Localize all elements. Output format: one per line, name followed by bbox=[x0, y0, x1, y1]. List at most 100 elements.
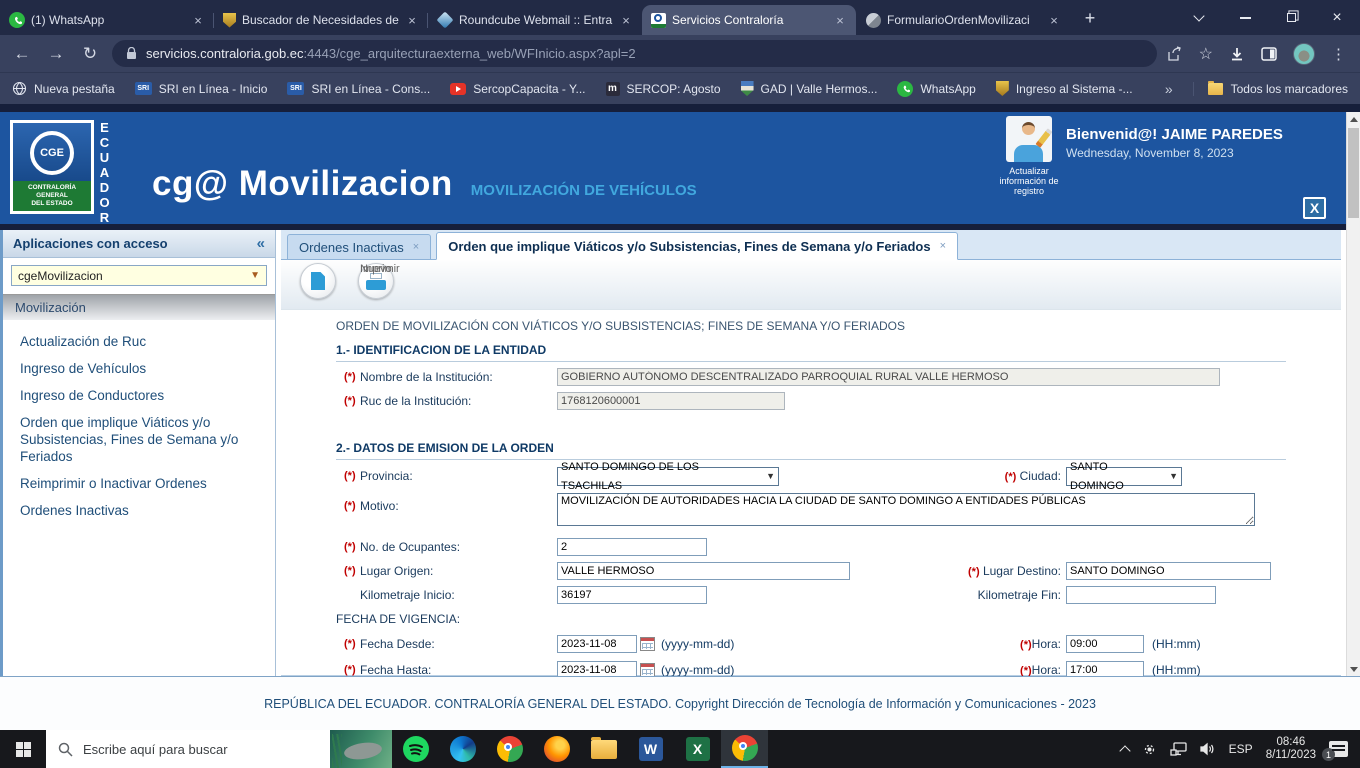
taskbar-apps: W X bbox=[392, 730, 768, 768]
tab-close-icon[interactable]: × bbox=[940, 240, 946, 252]
tab-title: Buscador de Necesidades de bbox=[242, 13, 399, 27]
tab-close-icon[interactable]: × bbox=[833, 13, 847, 28]
whatsapp-icon bbox=[897, 80, 914, 97]
ocupantes-input[interactable] bbox=[557, 538, 707, 556]
bookmark-gad-valle-hermoso[interactable]: GAD | Valle Hermos... bbox=[740, 81, 877, 96]
bookmark-sercopcapacita[interactable]: SercopCapacita - Y... bbox=[450, 82, 586, 96]
browser-menu-icon[interactable]: ⋮ bbox=[1331, 45, 1346, 63]
browser-tab-contraloria-active[interactable]: Servicios Contraloría × bbox=[642, 5, 856, 35]
cge-logo: CGE CONTRALORÍA GENERAL DEL ESTADO bbox=[10, 120, 94, 214]
taskbar-excel[interactable]: X bbox=[674, 730, 721, 768]
taskbar-file-explorer[interactable] bbox=[580, 730, 627, 768]
scroll-down-arrow[interactable] bbox=[1347, 662, 1360, 676]
calendar-icon[interactable] bbox=[640, 637, 655, 651]
close-window-button[interactable]: × bbox=[1314, 0, 1360, 35]
ciudad-select[interactable]: SANTO DOMINGO ▼ bbox=[1066, 461, 1182, 492]
network-icon[interactable] bbox=[1170, 742, 1187, 756]
tray-app-icon[interactable] bbox=[1142, 742, 1157, 757]
nombre-institucion-input bbox=[557, 368, 1220, 386]
imprimir-button[interactable]: Imprimir bbox=[351, 260, 401, 309]
welcome-text: Bienvenid@! JAIME PAREDES bbox=[1066, 126, 1283, 143]
start-button[interactable] bbox=[0, 730, 46, 768]
nuevo-button[interactable]: Nuevo bbox=[293, 260, 392, 309]
bookmark-ingreso-sistema[interactable]: Ingreso al Sistema -... bbox=[995, 81, 1133, 96]
sidebar-item-actualizacion-ruc[interactable]: Actualización de Ruc bbox=[3, 328, 275, 355]
sidebar: Aplicaciones con acceso « cgeMovilizacio… bbox=[3, 230, 276, 676]
browser-navbar: ← → ↻ servicios.contraloria.gob.ec:4443/… bbox=[0, 35, 1360, 72]
sidebar-item-ingreso-conductores[interactable]: Ingreso de Conductores bbox=[3, 382, 275, 409]
minimize-button[interactable] bbox=[1222, 0, 1268, 35]
motivo-textarea[interactable]: MOVILIZACIÓN DE AUTORIDADES HACIA LA CIU… bbox=[557, 493, 1255, 526]
tab-ordenes-inactivas[interactable]: Ordenes Inactivas × bbox=[287, 234, 432, 259]
session-close-button[interactable]: X bbox=[1303, 197, 1326, 219]
browser-tab-formulario[interactable]: FormularioOrdenMovilizaci × bbox=[856, 5, 1070, 35]
kilometraje-inicio-input[interactable] bbox=[557, 586, 707, 604]
action-center-icon[interactable]: 1 bbox=[1322, 741, 1348, 761]
side-panel-icon[interactable] bbox=[1261, 46, 1277, 62]
bookmark-sercop-agosto[interactable]: m SERCOP: Agosto bbox=[605, 81, 721, 96]
edge-icon bbox=[449, 736, 476, 762]
page-scrollbar[interactable] bbox=[1346, 112, 1360, 676]
forward-button[interactable]: → bbox=[44, 44, 68, 64]
taskbar-edge[interactable] bbox=[439, 730, 486, 768]
form-toolbar: Nuevo Imprimir bbox=[281, 260, 1341, 310]
scroll-up-arrow[interactable] bbox=[1347, 112, 1360, 126]
application-select[interactable]: cgeMovilizacion ▼ bbox=[11, 265, 267, 286]
scrollbar-thumb[interactable] bbox=[1348, 128, 1359, 218]
kilometraje-fin-input[interactable] bbox=[1066, 586, 1216, 604]
taskbar-search[interactable]: Escribe aquí para buscar bbox=[46, 730, 392, 768]
sidebar-collapse-icon[interactable]: « bbox=[257, 235, 265, 252]
calendar-icon[interactable] bbox=[640, 663, 655, 677]
provincia-select[interactable]: SANTO DOMINGO DE LOS TSACHILAS ▼ bbox=[557, 461, 779, 492]
browser-tab-whatsapp[interactable]: (1) WhatsApp × bbox=[0, 5, 214, 35]
download-icon[interactable] bbox=[1229, 46, 1245, 62]
sidebar-item-reimprimir[interactable]: Reimprimir o Inactivar Ordenes bbox=[3, 470, 275, 497]
tab-close-icon[interactable]: × bbox=[1047, 13, 1061, 28]
row-lugar-origen-destino: (*) Lugar Origen: (*) Lugar Destino: bbox=[281, 562, 1341, 581]
address-bar[interactable]: servicios.contraloria.gob.ec:4443/cge_ar… bbox=[112, 40, 1157, 67]
tray-expand-icon[interactable] bbox=[1119, 744, 1131, 757]
share-icon[interactable] bbox=[1167, 45, 1183, 62]
section-2-header: 2.- DATOS DE EMISION DE LA ORDEN bbox=[336, 441, 554, 455]
bookmark-nueva-pestana[interactable]: Nueva pestaña bbox=[12, 81, 115, 96]
reload-button[interactable]: ↻ bbox=[78, 44, 102, 64]
sidebar-item-ordenes-inactivas[interactable]: Ordenes Inactivas bbox=[3, 497, 275, 524]
bookmark-sri-consultas[interactable]: SRI SRI en Línea - Cons... bbox=[287, 82, 430, 96]
tab-close-icon[interactable]: × bbox=[413, 241, 419, 253]
tab-close-icon[interactable]: × bbox=[619, 13, 633, 28]
hora-desde-input[interactable] bbox=[1066, 635, 1144, 653]
tab-orden-viaticos-active[interactable]: Orden que implique Viáticos y/o Subsiste… bbox=[436, 232, 959, 260]
language-indicator[interactable]: ESP bbox=[1229, 742, 1253, 756]
bookmark-star-icon[interactable]: ☆ bbox=[1199, 44, 1213, 64]
all-bookmarks-button[interactable]: Todos los marcadores bbox=[1192, 80, 1348, 96]
update-registry-link[interactable]: Actualizar información de registro bbox=[992, 166, 1066, 196]
browser-tab-roundcube[interactable]: Roundcube Webmail :: Entra × bbox=[428, 5, 642, 35]
browser-tab-bar: (1) WhatsApp × Buscador de Necesidades d… bbox=[0, 0, 1360, 35]
system-tray: ESP 08:46 8/11/2023 1 bbox=[1119, 730, 1360, 768]
bookmarks-overflow-icon[interactable]: » bbox=[1165, 81, 1173, 97]
user-avatar[interactable] bbox=[1006, 116, 1052, 162]
taskbar-chrome-active[interactable] bbox=[721, 730, 768, 768]
bookmark-whatsapp[interactable]: WhatsApp bbox=[897, 80, 976, 97]
bookmark-sri-inicio[interactable]: SRI SRI en Línea - Inicio bbox=[134, 82, 267, 96]
restore-button[interactable] bbox=[1268, 0, 1314, 35]
volume-icon[interactable] bbox=[1200, 742, 1216, 756]
taskbar-spotify[interactable] bbox=[392, 730, 439, 768]
taskbar-clock[interactable]: 08:46 8/11/2023 bbox=[1266, 736, 1316, 762]
taskbar-word[interactable]: W bbox=[627, 730, 674, 768]
tab-close-icon[interactable]: × bbox=[191, 13, 205, 28]
new-tab-button[interactable]: + bbox=[1076, 4, 1104, 32]
sidebar-item-ingreso-vehiculos[interactable]: Ingreso de Vehículos bbox=[3, 355, 275, 382]
search-daily-image[interactable] bbox=[330, 730, 392, 768]
lugar-destino-input[interactable] bbox=[1066, 562, 1271, 580]
taskbar-chrome[interactable] bbox=[486, 730, 533, 768]
sidebar-header: Aplicaciones con acceso « bbox=[3, 230, 275, 258]
back-button[interactable]: ← bbox=[10, 44, 34, 64]
profile-avatar[interactable] bbox=[1293, 42, 1315, 65]
taskbar-firefox[interactable] bbox=[533, 730, 580, 768]
sidebar-item-orden-viaticos[interactable]: Orden que implique Viáticos y/o Subsiste… bbox=[3, 409, 275, 470]
tab-close-icon[interactable]: × bbox=[405, 13, 419, 28]
fecha-desde-input[interactable] bbox=[557, 635, 637, 653]
tab-search-icon[interactable] bbox=[1176, 0, 1222, 35]
browser-tab-buscador[interactable]: Buscador de Necesidades de × bbox=[214, 5, 428, 35]
